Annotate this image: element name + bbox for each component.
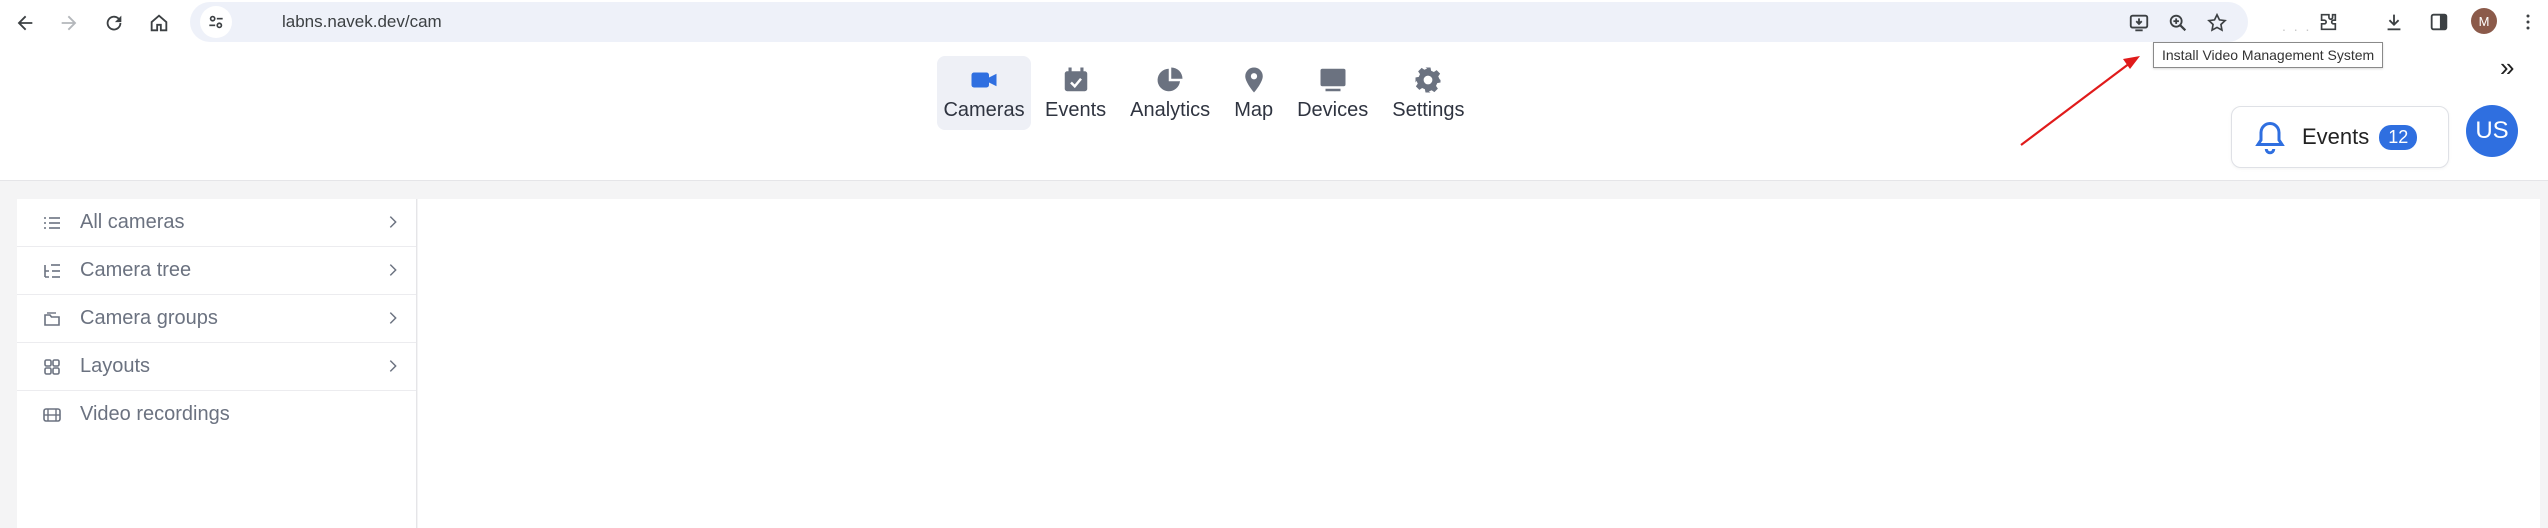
nav-label: Cameras (943, 98, 1025, 121)
sidebar-item-label: Camera tree (80, 259, 192, 281)
back-icon[interactable] (8, 6, 42, 40)
bookmark-star-icon[interactable] (2202, 8, 2232, 38)
site-settings-icon[interactable] (200, 6, 232, 38)
chevron-right-icon (389, 216, 397, 228)
nav-settings[interactable]: Settings (1382, 56, 1474, 130)
forward-icon[interactable] (52, 6, 86, 40)
user-avatar[interactable]: US (2466, 105, 2518, 157)
nav-label: Devices (1297, 98, 1369, 121)
gear-icon (1415, 67, 1441, 92)
overflow-chevron-icon[interactable]: » (2500, 52, 2514, 83)
grid-icon (41, 356, 63, 378)
download-icon[interactable] (2379, 7, 2409, 37)
video-camera-icon (971, 72, 997, 87)
nav-label: Map (1234, 98, 1274, 121)
main-nav: Cameras Events Analytics Map Devices Set… (937, 56, 1479, 130)
tree-list-icon (41, 260, 63, 282)
chevron-right-icon (389, 360, 397, 372)
events-label: Events (2302, 124, 2370, 149)
nav-map[interactable]: Map (1224, 56, 1283, 130)
sidebar-item-all-cameras[interactable]: All cameras (17, 199, 416, 247)
nav-label: Settings (1392, 98, 1465, 121)
extensions-icon[interactable] (2313, 7, 2343, 37)
chevron-right-icon (389, 312, 397, 324)
folder-icon (41, 308, 63, 330)
profile-avatar[interactable]: M (2471, 8, 2497, 34)
sidebar-item-label: Layouts (80, 355, 151, 377)
pie-chart-icon (1157, 67, 1183, 91)
sidebar: All cameras Camera tree Camera groups La… (17, 199, 417, 528)
sidebar-item-layouts[interactable]: Layouts (17, 343, 416, 391)
reload-icon[interactable] (97, 6, 131, 40)
url-text[interactable]: labns.navek.dev/cam (282, 12, 442, 32)
install-app-icon[interactable] (2124, 8, 2154, 38)
nav-events[interactable]: Events (1035, 56, 1116, 130)
events-button[interactable]: Events 12 (2231, 106, 2449, 168)
sidebar-item-camera-groups[interactable]: Camera groups (17, 295, 416, 343)
sidebar-item-video-recordings[interactable]: Video recordings (17, 391, 416, 438)
calendar-check-icon (1064, 67, 1087, 91)
nav-devices[interactable]: Devices (1287, 56, 1378, 130)
chevron-right-icon (389, 264, 397, 276)
sidebar-item-label: All cameras (80, 211, 185, 233)
list-icon (41, 212, 63, 234)
monitor-icon (1320, 68, 1346, 91)
hidden-extensions: . . . (2282, 18, 2312, 34)
side-panel-icon[interactable] (2424, 7, 2454, 37)
sidebar-item-label: Video recordings (80, 403, 230, 425)
map-pin-icon (1244, 67, 1263, 92)
sidebar-item-camera-tree[interactable]: Camera tree (17, 247, 416, 295)
camera-view-area (418, 199, 2540, 528)
address-bar[interactable]: labns.navek.dev/cam (190, 2, 2248, 42)
bell-icon (2255, 121, 2285, 155)
nav-label: Analytics (1130, 98, 1211, 121)
install-tooltip: Install Video Management System (2153, 42, 2384, 68)
nav-analytics[interactable]: Analytics (1120, 56, 1220, 130)
nav-label: Events (1045, 98, 1107, 121)
events-count-badge: 12 (2379, 124, 2418, 150)
browser-menu-icon[interactable] (2518, 8, 2538, 36)
nav-cameras[interactable]: Cameras (937, 56, 1031, 130)
film-icon (41, 404, 63, 426)
sidebar-item-label: Camera groups (80, 307, 218, 329)
home-icon[interactable] (142, 6, 176, 40)
browser-toolbar: labns.navek.dev/cam . . . M (0, 0, 2548, 44)
zoom-icon[interactable] (2163, 8, 2193, 38)
